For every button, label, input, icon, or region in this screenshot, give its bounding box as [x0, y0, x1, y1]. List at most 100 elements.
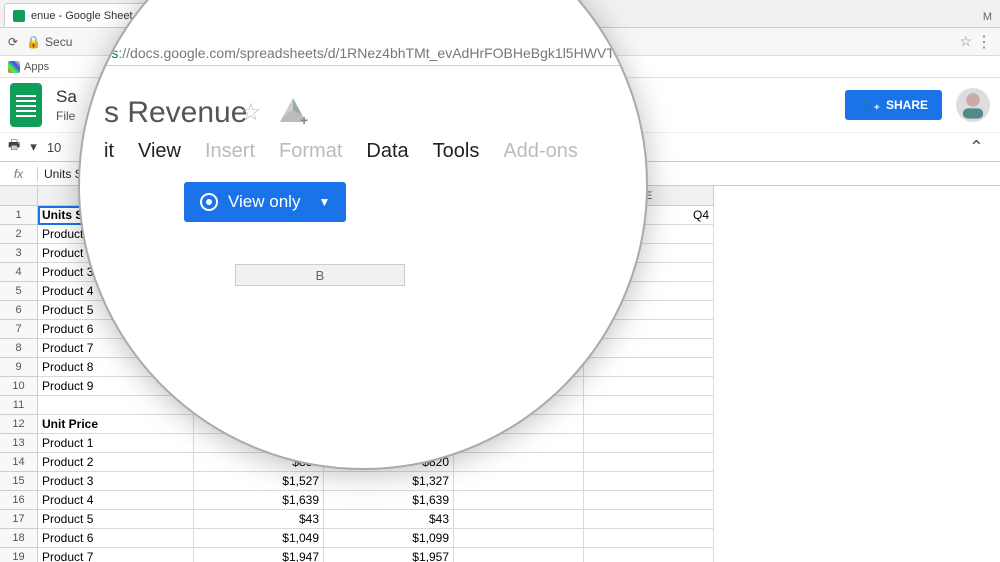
apps-icon[interactable]	[8, 61, 20, 73]
cell[interactable]	[584, 339, 714, 358]
col-header-e[interactable]: E	[584, 186, 714, 206]
cell[interactable]	[454, 263, 584, 282]
cell[interactable]	[324, 244, 454, 263]
cell[interactable]	[454, 282, 584, 301]
bookmark-star-icon[interactable]: ☆	[959, 33, 972, 50]
cell[interactable]	[194, 206, 324, 225]
cell[interactable]: $1,327	[324, 472, 454, 491]
cell[interactable]	[454, 377, 584, 396]
cell[interactable]: 507	[194, 377, 324, 396]
cell[interactable]: Product 7	[38, 339, 194, 358]
col-header-c[interactable]: C	[324, 186, 454, 206]
cell[interactable]: Product 3	[38, 263, 194, 282]
apps-label[interactable]: Apps	[24, 61, 49, 73]
cell[interactable]: Product 9	[38, 377, 194, 396]
cell[interactable]	[38, 396, 194, 415]
address-bar[interactable]: ⟳ 🔒 Secu ☆ ⋮	[0, 28, 1000, 56]
cell[interactable]	[324, 263, 454, 282]
cell[interactable]: $1,957	[324, 548, 454, 562]
row-header[interactable]: 8	[0, 339, 38, 358]
cell[interactable]: Units Sold	[38, 206, 194, 225]
cell[interactable]: 6841	[324, 358, 454, 377]
cell[interactable]: 7544	[324, 320, 454, 339]
cell[interactable]: $1,049	[194, 529, 324, 548]
cell[interactable]	[194, 263, 324, 282]
cell[interactable]: Product 4	[38, 282, 194, 301]
cell[interactable]	[584, 510, 714, 529]
cell[interactable]	[584, 320, 714, 339]
col-header-d[interactable]: D	[454, 186, 584, 206]
cell[interactable]	[194, 225, 324, 244]
row-header[interactable]: 1	[0, 206, 38, 225]
col-header-a[interactable]: A	[38, 186, 194, 206]
cell[interactable]: 1714	[324, 301, 454, 320]
cell[interactable]	[584, 225, 714, 244]
cell[interactable]	[324, 415, 454, 434]
cell[interactable]	[584, 472, 714, 491]
formula-value[interactable]: Units Sold	[38, 167, 105, 181]
cell[interactable]	[454, 244, 584, 263]
cell[interactable]	[454, 491, 584, 510]
cell[interactable]	[584, 301, 714, 320]
cell[interactable]	[194, 396, 324, 415]
cell[interactable]: $1,099	[324, 529, 454, 548]
cell[interactable]	[454, 320, 584, 339]
cell[interactable]	[194, 244, 324, 263]
cell[interactable]	[454, 206, 584, 225]
account-avatar-icon[interactable]	[956, 88, 990, 122]
select-all-corner[interactable]	[0, 186, 38, 206]
reload-icon[interactable]: ⟳	[8, 35, 18, 49]
cell[interactable]: 8357	[324, 339, 454, 358]
row-header[interactable]: 3	[0, 244, 38, 263]
browser-menu-icon[interactable]: ⋮	[976, 32, 992, 52]
cell[interactable]: Product 6	[38, 320, 194, 339]
row-header[interactable]: 4	[0, 263, 38, 282]
menu-bar[interactable]: File	[56, 109, 77, 123]
share-button[interactable]: 👤₊ SHARE	[845, 90, 942, 120]
cell[interactable]	[584, 263, 714, 282]
row-header[interactable]: 13	[0, 434, 38, 453]
col-header-b[interactable]: B	[194, 186, 324, 206]
print-icon[interactable]: 🖶	[8, 136, 20, 158]
cell[interactable]	[584, 396, 714, 415]
cell[interactable]: 6411	[194, 358, 324, 377]
cell[interactable]	[324, 225, 454, 244]
cell[interactable]: Product 5	[38, 510, 194, 529]
cell[interactable]: Q4	[584, 206, 714, 225]
cell[interactable]: Product 4	[38, 491, 194, 510]
row-header[interactable]: 15	[0, 472, 38, 491]
cell[interactable]	[454, 339, 584, 358]
cell[interactable]: Product 1	[38, 434, 194, 453]
cell[interactable]	[324, 206, 454, 225]
close-icon[interactable]: ×	[333, 8, 341, 23]
row-header[interactable]: 10	[0, 377, 38, 396]
row-header[interactable]: 2	[0, 225, 38, 244]
cell[interactable]	[454, 453, 584, 472]
cell[interactable]	[194, 415, 324, 434]
cell[interactable]	[454, 434, 584, 453]
cell[interactable]: Product 8	[38, 358, 194, 377]
cell[interactable]: 2629	[194, 320, 324, 339]
cell[interactable]: $1,639	[324, 491, 454, 510]
cell[interactable]: $954	[324, 434, 454, 453]
zoom-level[interactable]: 10	[47, 140, 61, 155]
row-header[interactable]: 7	[0, 320, 38, 339]
cell[interactable]: $1,947	[194, 548, 324, 562]
cell[interactable]: $1,527	[194, 472, 324, 491]
cell[interactable]: 5890	[194, 339, 324, 358]
cell[interactable]: $880	[194, 453, 324, 472]
cell[interactable]	[454, 358, 584, 377]
cell[interactable]	[454, 301, 584, 320]
filter-icon[interactable]: ▾	[30, 139, 37, 155]
cell[interactable]	[584, 548, 714, 562]
cell[interactable]: $43	[324, 510, 454, 529]
cell[interactable]	[584, 434, 714, 453]
cell[interactable]: Product 2	[38, 453, 194, 472]
cell[interactable]	[454, 415, 584, 434]
row-header[interactable]: 9	[0, 358, 38, 377]
cell[interactable]	[584, 491, 714, 510]
row-header[interactable]: 17	[0, 510, 38, 529]
cell[interactable]	[584, 453, 714, 472]
cell[interactable]	[454, 396, 584, 415]
cell[interactable]	[584, 415, 714, 434]
